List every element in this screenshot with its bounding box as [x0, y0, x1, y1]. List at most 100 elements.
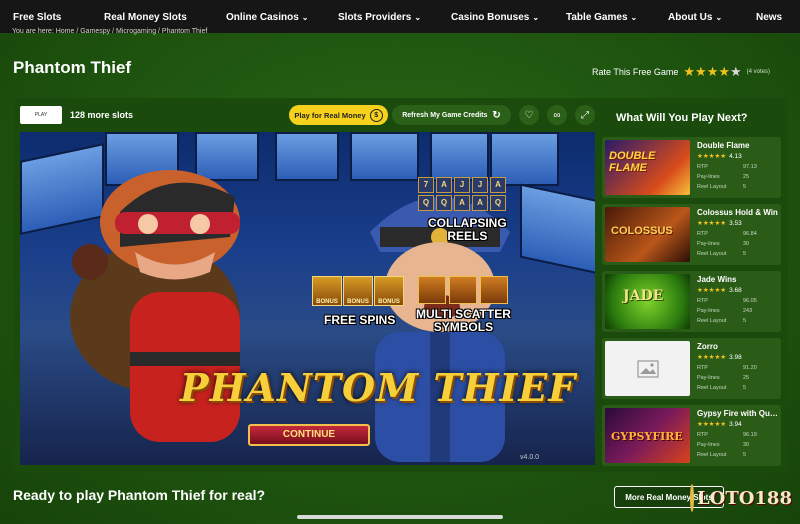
- nav-slots-providers[interactable]: Slots Providers ⌄: [338, 0, 421, 33]
- nav-online-casinos[interactable]: Online Casinos ⌄: [226, 0, 309, 33]
- meta-label-layout: Reel Layout: [697, 318, 727, 324]
- nav-table-games[interactable]: Table Games ⌄: [566, 0, 637, 33]
- breadcrumb[interactable]: You are here: Home / Gamespy / Microgami…: [12, 28, 207, 35]
- bonus-symbol: BONUS: [312, 276, 342, 306]
- cta-heading: Ready to play Phantom Thief for real?: [13, 487, 266, 503]
- meta-label-rtp: RTP: [697, 298, 708, 304]
- continue-button[interactable]: CONTINUE: [248, 424, 370, 446]
- reel-symbol: A: [472, 195, 488, 211]
- meta-label-layout: Reel Layout: [697, 385, 727, 391]
- meta-value-layout: 5: [743, 251, 747, 257]
- meta-label-paylines: Pay-lines: [697, 375, 720, 381]
- background-window: [520, 183, 595, 275]
- heart-icon: ♡: [524, 109, 534, 121]
- nav-news[interactable]: News: [756, 0, 782, 33]
- reel-symbol: Q: [490, 195, 506, 211]
- chevron-down-icon: ⌄: [630, 13, 638, 22]
- reel-symbol: J: [472, 177, 488, 193]
- reel-symbol: A: [454, 195, 470, 211]
- meta-label-layout: Reel Layout: [697, 251, 727, 257]
- game-card-jade-wins[interactable]: JADE Jade Wins ★★★★★ 3.68 RTP 96.05 Pay-l…: [602, 271, 781, 332]
- reel-symbol: Q: [436, 195, 452, 211]
- reel-symbol: J: [454, 177, 470, 193]
- page-title: Phantom Thief: [13, 58, 132, 77]
- nav-casino-bonuses[interactable]: Casino Bonuses ⌄: [451, 0, 539, 33]
- game-card-gypsy-fire[interactable]: GYPSYFIRE Gypsy Fire with Quick Strike ★…: [602, 405, 781, 466]
- game-card-name: Gypsy Fire with Quick Strike: [697, 409, 779, 418]
- meta-value-rtp: 96.05: [743, 298, 757, 304]
- star-icon[interactable]: ★: [718, 64, 730, 79]
- game-version: v4.0.0: [520, 454, 540, 461]
- feature-multi-scatter: MULTI SCATTER SYMBOLS: [416, 307, 511, 334]
- game-card-rating: ★★★★★ 3.94: [697, 421, 742, 428]
- star-icon[interactable]: ★: [730, 64, 742, 79]
- meta-label-rtp: RTP: [697, 432, 708, 438]
- meta-value-layout: 5: [743, 318, 747, 324]
- thumbnail-logo: JADE: [623, 288, 664, 304]
- meta-label-paylines: Pay-lines: [697, 241, 720, 247]
- chevron-down-icon: ⌄: [301, 13, 309, 22]
- refresh-icon: ↻: [492, 109, 501, 121]
- meta-label-layout: Reel Layout: [697, 452, 727, 458]
- chevron-down-icon: ⌄: [532, 13, 540, 22]
- star-icon[interactable]: ★: [707, 64, 719, 79]
- meta-label-paylines: Pay-lines: [697, 442, 720, 448]
- meta-value-layout: 5: [743, 452, 747, 458]
- home-indicator[interactable]: [297, 515, 503, 519]
- thief-character: [70, 170, 240, 442]
- game-thumbnail: DOUBLE FLAME: [605, 140, 690, 195]
- favorite-button[interactable]: ♡: [519, 105, 539, 125]
- nav-about-us[interactable]: About Us ⌄: [668, 0, 722, 33]
- game-card-rating: ★★★★★ 3.53: [697, 220, 742, 227]
- refresh-credits-button[interactable]: Refresh My Game Credits ↻: [392, 105, 511, 125]
- chevron-down-icon: ⌄: [414, 13, 422, 22]
- bonus-symbol: BONUS: [343, 276, 373, 306]
- chevron-down-icon: ⌄: [715, 13, 723, 22]
- feature-free-spins: FREE SPINS: [324, 313, 396, 327]
- more-slots-link[interactable]: 128 more slots: [70, 110, 133, 120]
- meta-value-layout: 5: [743, 184, 747, 190]
- meta-label-rtp: RTP: [697, 164, 708, 170]
- game-logo-title: PHANTOM THIEF: [180, 365, 577, 410]
- game-card-name: Colossus Hold & Win: [697, 208, 778, 217]
- bonus-symbol: BONUS: [374, 276, 404, 306]
- reel-symbol: Q: [418, 195, 434, 211]
- fullscreen-button[interactable]: ⤢: [575, 105, 595, 125]
- meta-value-paylines: 25: [743, 375, 750, 381]
- reel-symbol: 7: [418, 177, 434, 193]
- thumbnail-logo: DOUBLE FLAME: [609, 150, 656, 174]
- meta-label-paylines: Pay-lines: [697, 174, 720, 180]
- rating-stars[interactable]: ★★★★★: [683, 64, 741, 80]
- image-placeholder-icon: [636, 359, 659, 378]
- game-card-rating: ★★★★★ 3.68: [697, 287, 742, 294]
- meta-value-rtp: 96.84: [743, 231, 757, 237]
- meta-value-rtp: 91.20: [743, 365, 757, 371]
- meta-label-paylines: Pay-lines: [697, 308, 720, 314]
- sidebar-title: What Will You Play Next?: [616, 112, 748, 124]
- game-card-name: Double Flame: [697, 141, 750, 150]
- reel-symbol: A: [436, 177, 452, 193]
- feature-collapsing-reels: COLLAPSING REELS: [428, 216, 507, 243]
- provider-logo[interactable]: PLAY: [20, 106, 62, 124]
- meta-value-paylines: 25: [743, 174, 750, 180]
- meta-label-rtp: RTP: [697, 365, 708, 371]
- rating-label: Rate This Free Game: [592, 67, 679, 77]
- game-card-double-flame[interactable]: DOUBLE FLAME Double Flame ★★★★★ 4.13 RTP …: [602, 137, 781, 198]
- share-button[interactable]: ∞: [547, 105, 567, 125]
- reel-symbol: A: [490, 177, 506, 193]
- meta-value-rtp: 97.13: [743, 164, 757, 170]
- meta-value-rtp: 96.19: [743, 432, 757, 438]
- game-card-colossus[interactable]: COLOSSUS Colossus Hold & Win ★★★★★ 3.53 R…: [602, 204, 781, 265]
- star-icon[interactable]: ★: [695, 64, 707, 79]
- game-frame[interactable]: 7 A J J A Q Q A A Q COLLAPSING REELS BON…: [20, 132, 595, 465]
- game-thumbnail: [605, 341, 690, 396]
- game-thumbnail: GYPSYFIRE: [605, 408, 690, 463]
- star-icon[interactable]: ★: [683, 64, 695, 79]
- thumbnail-logo: COLOSSUS: [611, 225, 673, 237]
- game-card-zorro[interactable]: Zorro ★★★★★ 3.98 RTP 91.20 Pay-lines 25 R…: [602, 338, 781, 399]
- meta-value-paylines: 243: [743, 308, 753, 314]
- expand-icon: ⤢: [581, 109, 589, 121]
- rating-widget: Rate This Free Game ★★★★★ (4 votes): [592, 64, 770, 80]
- watermark-logo: LOTO188: [690, 482, 792, 514]
- play-real-money-button[interactable]: Play for Real Money $: [289, 105, 388, 125]
